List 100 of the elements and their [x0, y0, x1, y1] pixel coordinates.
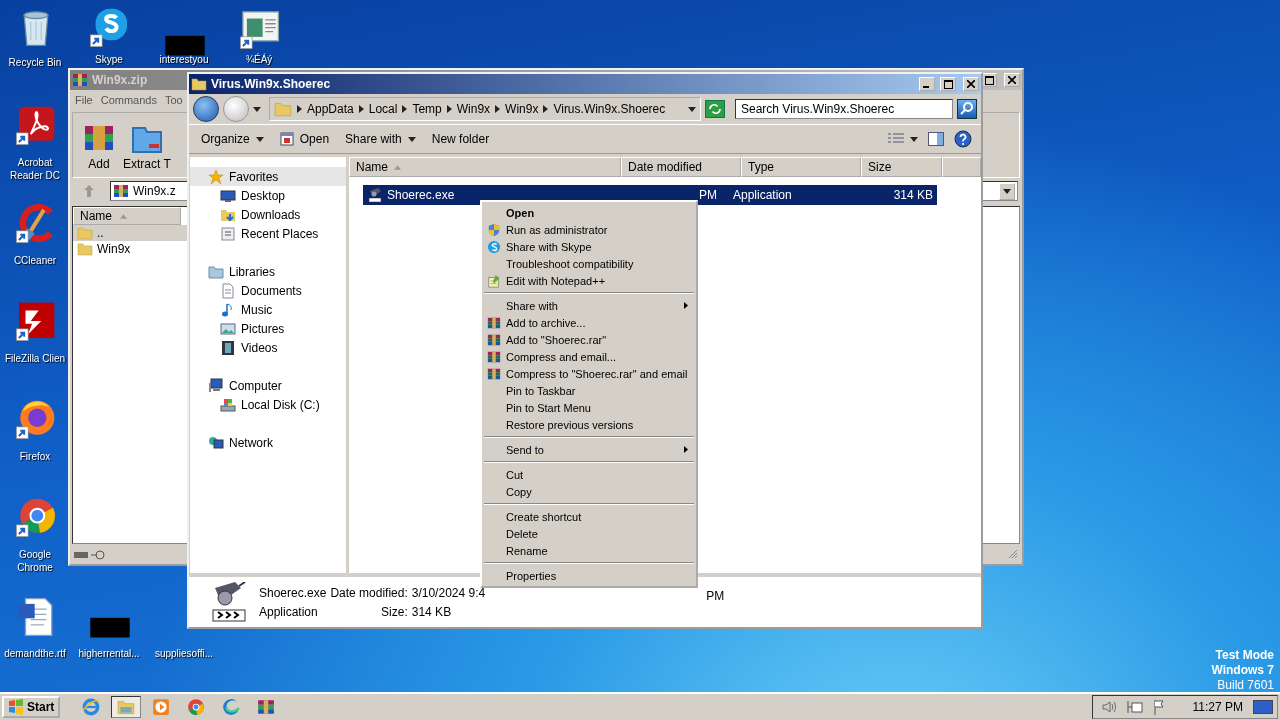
menu-item[interactable]: Rename [484, 542, 694, 559]
desktop-icon-label[interactable]: CCleaner [2, 254, 68, 267]
desktop-icon-label[interactable]: interestyou [151, 53, 217, 66]
desktop-icon-label[interactable]: demandthe.rtf [2, 647, 68, 660]
separator-caret-icon [495, 105, 501, 113]
help-button[interactable] [951, 127, 975, 151]
up-arrow-icon [84, 185, 94, 197]
submenu-arrow-icon [684, 446, 688, 453]
caret-icon [407, 136, 416, 142]
breadcrumb[interactable]: Win9x [505, 102, 539, 116]
toolbar-button[interactable]: New folder [425, 128, 496, 150]
preview-pane-button[interactable] [925, 129, 947, 149]
os-notice-text: Build 7601 [1217, 678, 1274, 693]
refresh-icon [708, 103, 722, 114]
speaker-icon[interactable] [1100, 699, 1117, 715]
resize-grip-icon [1008, 549, 1018, 559]
breadcrumb[interactable]: Temp [412, 102, 442, 116]
desktop-icon-label[interactable]: higherrental... [76, 647, 142, 660]
search-field[interactable]: Search Virus.Win9x.Shoerec [735, 99, 953, 119]
menu-item[interactable]: Add to "Shoerec.rar" [484, 331, 694, 348]
column-header[interactable]: Date modified [621, 157, 741, 177]
os-notice-text: Test Mode [1215, 648, 1274, 663]
nav-item[interactable]: Favorites [190, 167, 346, 186]
list-view-icon [888, 133, 904, 145]
file-row[interactable]: Win9x [73, 241, 187, 257]
maximize-button[interactable] [940, 77, 956, 91]
desktop-icon-label[interactable]: ¾ÉÁý [226, 53, 292, 66]
menu-item[interactable]: Too [165, 94, 183, 106]
minimize-button[interactable] [919, 77, 935, 91]
menu-item[interactable]: Cut [484, 466, 694, 483]
desktop-icon-label[interactable]: Acrobat Reader DC [2, 156, 68, 182]
library-folder-icon [208, 263, 224, 280]
toolbar-button[interactable]: Organize [195, 128, 270, 150]
menu-item[interactable]: Properties [484, 567, 694, 584]
menu-item[interactable]: Troubleshoot compatibility [484, 255, 694, 272]
file-row[interactable]: .. [73, 225, 187, 241]
menu-item[interactable]: Open [484, 204, 694, 221]
folder-icon [191, 76, 207, 92]
toolbar-button[interactable]: Share with [339, 128, 422, 150]
menu-item[interactable]: Commands [100, 94, 157, 106]
search-icon [960, 100, 974, 115]
caret-icon [255, 136, 264, 142]
archive-stack-icon [72, 72, 88, 88]
menu-item[interactable]: Run as administrator [484, 221, 694, 238]
menu-item[interactable]: File [75, 94, 93, 106]
detail-value: 314 KB [411, 604, 453, 619]
menu-item[interactable]: Compress to "Shoerec.rar" and email [484, 365, 694, 382]
desktop-icon-label[interactable]: suppliesoffi... [151, 647, 217, 660]
breadcrumb[interactable]: Local [368, 102, 398, 116]
picture-icon [220, 320, 236, 337]
archive-stack-icon [257, 698, 276, 716]
menu-item[interactable]: Edit with Notepad++ [484, 272, 694, 289]
menu-item[interactable]: Compress and email... [484, 348, 694, 365]
network-status-icon[interactable] [1126, 699, 1143, 715]
clock[interactable]: 11:27 PM [1192, 700, 1243, 714]
file-row[interactable]: Shoerec.exe PM Application 314 KB [363, 185, 937, 205]
column-header[interactable]: Name [349, 157, 621, 177]
taskbar-app-button[interactable] [111, 696, 142, 718]
menu-item[interactable]: Delete [484, 525, 694, 542]
sort-arrow-icon [394, 164, 401, 170]
breadcrumb[interactable]: Virus.Win9x.Shoerec [553, 102, 666, 116]
dropdown-caret-icon [688, 106, 696, 112]
browser-icon [82, 698, 101, 716]
menu-item[interactable]: Create shortcut [484, 508, 694, 525]
refresh-button[interactable] [705, 100, 725, 118]
column-header[interactable]: Size [861, 157, 942, 177]
menu-item[interactable]: Copy [484, 483, 694, 500]
archive-stack-icon [487, 332, 501, 347]
toolbar-button[interactable]: Open [273, 128, 336, 150]
desktop-icon-label[interactable]: Google Chrome [2, 548, 68, 574]
start-button[interactable]: Start [2, 696, 61, 718]
desktop-icon-label[interactable]: Firefox [2, 450, 68, 463]
pdf-app-icon [15, 104, 57, 146]
breadcrumb[interactable]: AppData [307, 102, 354, 116]
menu-item[interactable]: Send to [484, 441, 694, 458]
menu-item[interactable]: Share with Skype [484, 238, 694, 255]
detail-label: Size: [380, 604, 408, 619]
toolbar-button[interactable]: Add [83, 122, 115, 171]
toolbar-button[interactable]: Extract T [123, 122, 171, 171]
column-header[interactable]: Type [741, 157, 861, 177]
menu-item[interactable]: Pin to Taskbar [484, 382, 694, 399]
close-button[interactable] [1004, 73, 1020, 87]
desktop-icon-label[interactable]: FileZilla Clien [2, 352, 68, 365]
address-bar[interactable]: AppData Local Temp Win9x Win9x Virus.Win9x.Shoerec [269, 97, 701, 121]
desktop-icon-label[interactable]: Recycle Bin [2, 56, 68, 69]
menu-item[interactable]: Add to archive... [484, 314, 694, 331]
os-notice-text: Windows 7 [1211, 663, 1274, 678]
menu-item[interactable]: Restore previous versions [484, 416, 694, 433]
desktop-icon-label[interactable]: Skype [76, 53, 142, 66]
back-button[interactable] [193, 96, 219, 122]
search-button[interactable] [957, 99, 977, 119]
menu-item[interactable]: Share with [484, 297, 694, 314]
close-button[interactable] [963, 77, 979, 91]
window-title: Win9x.zip [92, 73, 148, 87]
column-header[interactable]: Name [73, 207, 181, 225]
table-cell: Application [733, 188, 792, 202]
archive-stack-icon [487, 366, 501, 381]
breadcrumb[interactable]: Win9x [456, 102, 491, 116]
archive-stack-icon [113, 183, 129, 199]
menu-item[interactable]: Pin to Start Menu [484, 399, 694, 416]
